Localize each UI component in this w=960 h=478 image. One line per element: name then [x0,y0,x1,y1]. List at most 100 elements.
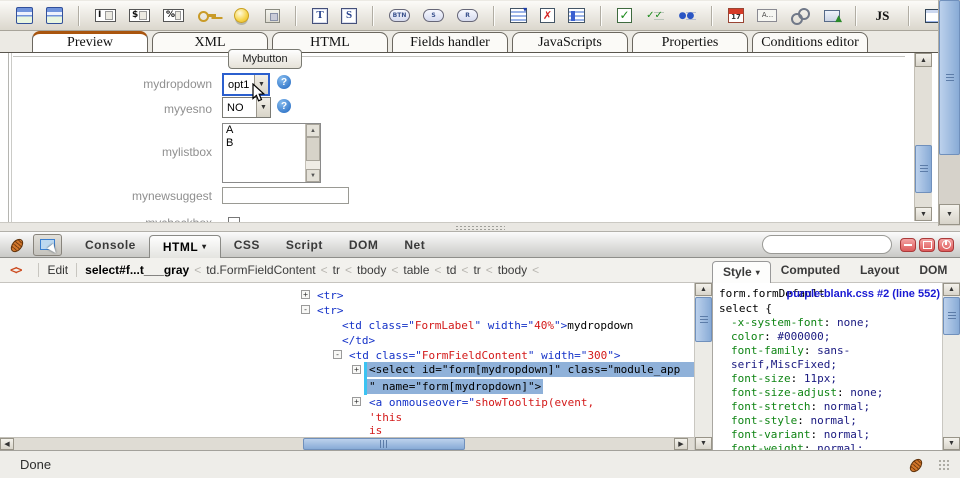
css-property[interactable]: serif,MiscFixed; [731,358,837,372]
checkbox-field-icon[interactable]: ✓ [617,8,632,23]
scroll-up-icon[interactable]: ▲ [943,283,960,296]
save-icon[interactable] [16,7,33,24]
scrollbar-thumb[interactable] [943,297,960,335]
calendar-field-icon[interactable]: 17 [728,8,744,23]
scroll-right-icon[interactable]: ▶ [674,438,688,450]
text-block-icon[interactable]: T [312,8,328,24]
button-field-icon[interactable]: BTN [389,9,410,22]
scroll-down-icon[interactable]: ▼ [695,437,712,450]
breadcrumb-item[interactable]: tbody [498,263,527,277]
css-rule-selector[interactable]: select { [719,302,772,316]
css-property[interactable]: font-stretch: normal; [731,400,870,414]
money-field-icon[interactable]: $ [129,9,150,22]
tab-style[interactable]: Style▾ [712,261,771,283]
text-field-icon[interactable]: I [95,9,116,22]
tab-dom[interactable]: DOM [336,232,392,258]
rewind-icon[interactable]: <> [10,264,20,276]
upload-field-icon[interactable]: ▲ [824,10,840,22]
tab-fields-handler[interactable]: Fields handler [392,32,508,52]
tree-line[interactable]: <tr> [317,288,344,303]
help-icon[interactable]: ? [277,99,291,113]
listbox-scrollbar[interactable]: ▲ ▼ [305,124,320,182]
selected-node-line[interactable]: <select id="form[mydropdown]" class="mod… [367,362,694,377]
submit-field-icon[interactable]: S [423,9,444,22]
scrollbar-thumb[interactable] [306,137,320,161]
breadcrumb-item[interactable]: td.FormFieldContent [206,263,315,277]
html-tree-vscrollbar[interactable]: ▲ ▼ [694,283,712,450]
hint-bulb-icon[interactable] [231,5,252,26]
css-property[interactable]: font-weight: normal; [731,442,863,450]
expander-icon[interactable]: + [352,397,361,406]
tree-line[interactable]: is [369,423,382,437]
tree-line[interactable]: </td> [342,333,375,348]
scroll-up-icon[interactable]: ▲ [915,53,932,67]
firebug-statusbar-icon[interactable] [907,457,924,473]
tab-layout[interactable]: Layout [850,258,909,283]
mylistbox-listbox[interactable]: A B ▲ ▼ [222,123,321,183]
expander-icon[interactable]: + [352,365,361,374]
tab-html[interactable]: HTML▾ [149,235,221,258]
splitter-grip-icon[interactable] [455,225,505,231]
scrollbar-thumb[interactable] [303,438,465,450]
tab-computed[interactable]: Computed [771,258,850,283]
tab-css[interactable]: CSS [221,232,273,258]
tab-properties[interactable]: Properties [632,32,748,52]
mynewsuggest-input[interactable] [222,187,349,204]
scroll-down-icon[interactable]: ▼ [915,207,932,221]
tab-script[interactable]: Script [273,232,336,258]
breadcrumb-item[interactable]: table [403,263,429,277]
tree-line[interactable]: <td class="FormFieldContent" width="300"… [349,348,621,363]
selected-node-line[interactable]: " name="form[mydropdown]"> [367,379,543,394]
dropdown-field-icon[interactable] [510,8,527,23]
tab-javascripts[interactable]: JavaScripts [512,32,628,52]
css-file-link[interactable]: purple-blank.css #2 (line 552) [787,287,940,301]
checkbox-cancel-field-icon[interactable]: ✗ [540,8,555,23]
scrollbar-thumb[interactable] [939,0,960,155]
static-block-icon[interactable]: S [341,8,357,24]
scroll-down-icon[interactable]: ▼ [939,204,960,225]
reset-field-icon[interactable]: R [457,9,478,22]
breadcrumb-item[interactable]: select#f...t___gray [85,263,189,277]
css-property[interactable]: font-size: 11px; [731,372,837,386]
css-property[interactable]: font-style: normal; [731,414,857,428]
checklist-field-icon[interactable]: ✓✓ [645,8,664,23]
breadcrumb-item[interactable]: tr [333,263,340,277]
inspect-element-button[interactable] [33,234,62,256]
tree-line[interactable]: <tr> [317,303,344,318]
mybutton-button[interactable]: Mybutton [228,49,302,69]
tab-conditions-editor[interactable]: Conditions editor [752,32,868,52]
close-button[interactable] [938,238,954,252]
key-icon[interactable] [197,5,218,26]
tree-line[interactable]: <a onmouseover="showTooltip(event, [369,395,594,410]
scroll-up-icon[interactable]: ▲ [306,124,320,137]
breadcrumb-item[interactable]: tr [473,263,480,277]
radio-field-icon[interactable]: ●● [677,8,696,23]
listbox-field-icon[interactable] [568,8,585,23]
minimize-button[interactable] [900,238,916,252]
css-property[interactable]: font-size-adjust: none; [731,386,883,400]
breadcrumb-item[interactable]: td [446,263,456,277]
css-property[interactable]: font-variant: normal; [731,428,870,442]
scrollbar-thumb[interactable] [695,297,712,342]
selected-node[interactable]: <select id="form[mydropdown]" class="mod… [364,362,694,395]
panel-splitter[interactable] [0,222,960,232]
link-field-icon[interactable] [790,5,811,26]
help-icon[interactable]: ? [277,75,291,89]
css-property[interactable]: color: #000000; [731,330,830,344]
scroll-up-icon[interactable]: ▲ [695,283,712,296]
detach-window-button[interactable] [919,238,935,252]
snippet-icon[interactable] [265,9,280,23]
css-property[interactable]: -x-system-font: none; [731,316,870,330]
scrollbar-thumb[interactable] [915,145,932,193]
resize-grip-icon[interactable] [938,459,950,471]
edit-button[interactable]: Edit [47,263,68,277]
firebug-bug-icon[interactable] [8,237,25,253]
expander-icon[interactable]: - [301,305,310,314]
expander-icon[interactable]: - [333,350,342,359]
style-panel-scrollbar[interactable]: ▲ ▼ [942,283,960,450]
tab-dom[interactable]: DOM [909,258,957,283]
tree-line[interactable]: <td class="FormLabel" width="40%">mydrop… [342,318,633,333]
breadcrumb-item[interactable]: tbody [357,263,386,277]
html-tree-hscrollbar[interactable]: ◀ ▶ [0,437,694,450]
percent-field-icon[interactable]: % [163,9,184,22]
